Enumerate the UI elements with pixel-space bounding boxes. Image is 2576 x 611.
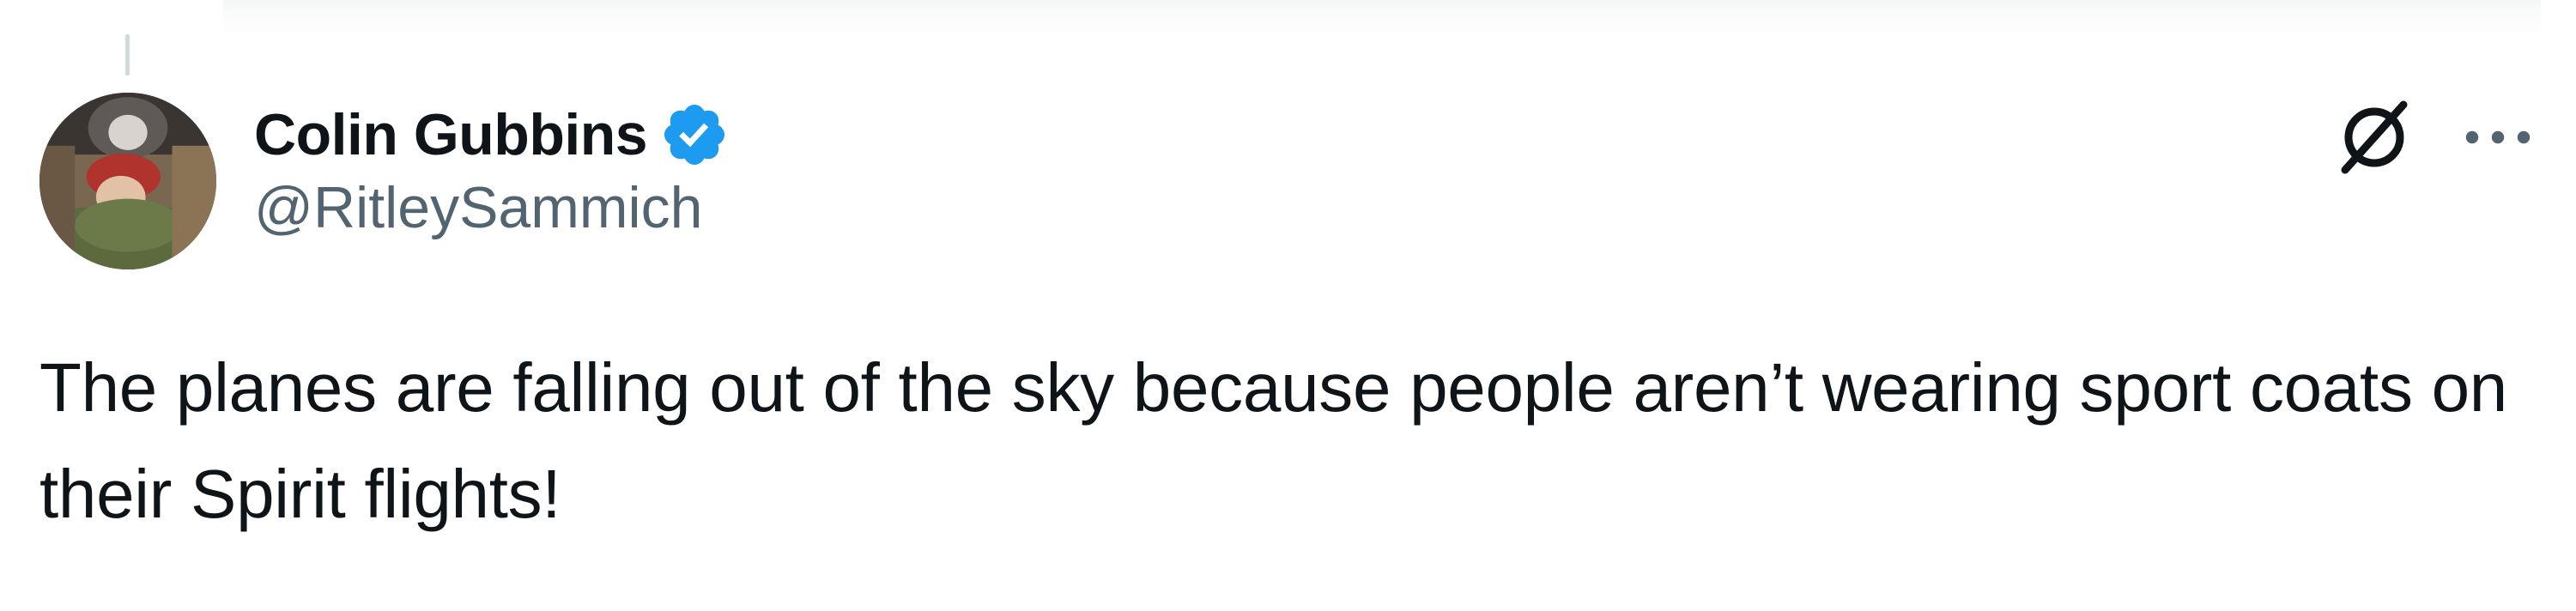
previous-tweet-fade [223,0,2541,34]
tweet-text: The planes are falling out of the sky be… [39,349,2507,532]
thread-connector-line [125,34,130,76]
user-handle[interactable]: @RitleySammich [254,178,730,237]
more-options-icon[interactable] [2462,120,2534,154]
tweet-card[interactable]: Colin Gubbins @RitleySammich The planes … [0,0,2576,611]
grok-icon[interactable] [2333,96,2415,178]
verified-badge-icon[interactable] [659,100,730,170]
user-info: Colin Gubbins @RitleySammich [254,96,730,237]
name-row: Colin Gubbins [254,96,730,173]
avatar-image [39,93,216,269]
display-name[interactable]: Colin Gubbins [254,106,648,164]
avatar[interactable] [39,93,216,269]
